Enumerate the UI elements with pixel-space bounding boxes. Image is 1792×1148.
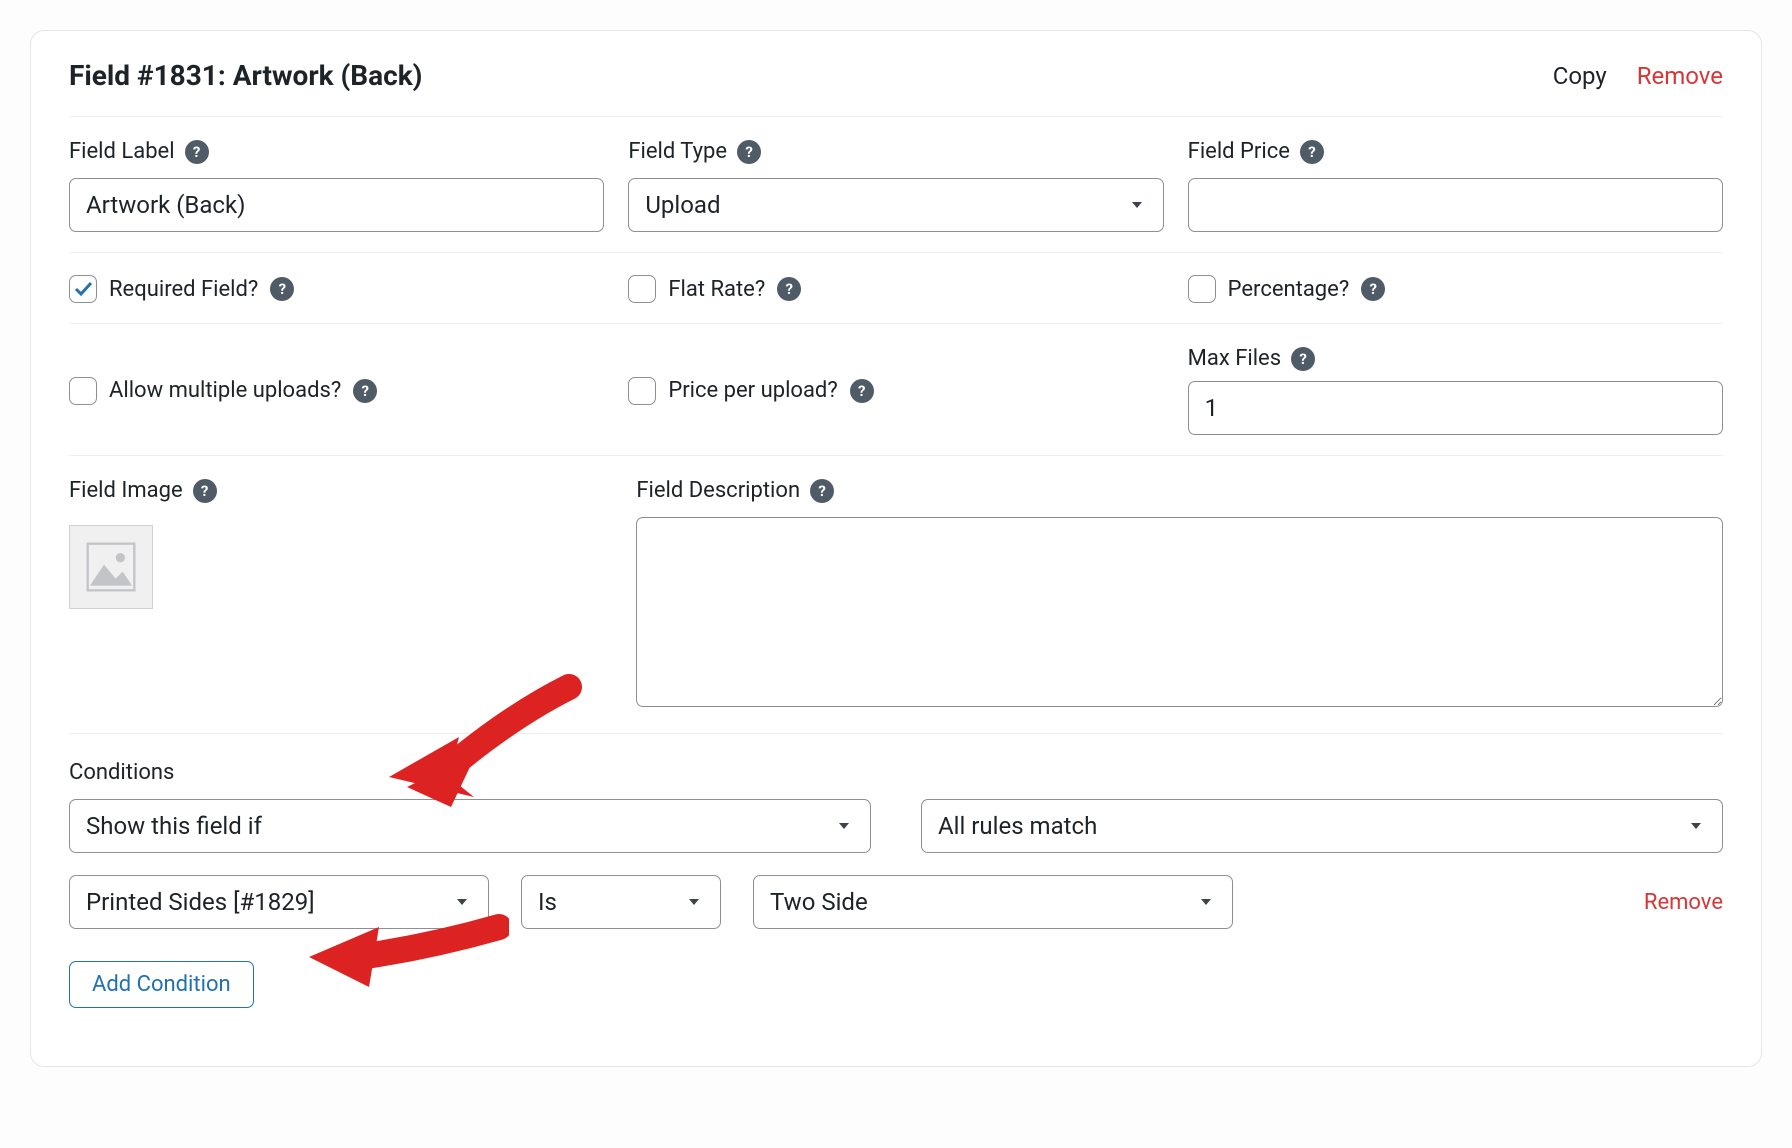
cell-field-image: Field Image ? [69,478,612,713]
help-icon[interactable]: ? [1361,277,1385,301]
copy-link[interactable]: Copy [1553,62,1607,90]
help-icon[interactable]: ? [1291,347,1315,371]
field-type-select[interactable]: Upload [628,178,1163,232]
conditions-top: Show this field if All rules match [69,799,1723,853]
label-field-image: Field Image ? [69,478,612,503]
panel-actions: Copy Remove [1553,62,1723,90]
image-icon [83,539,139,595]
cell-price-per: Price per upload? ? [628,346,1163,435]
cell-field-price: Field Price ? [1188,139,1723,232]
cell-flatrate: Flat Rate? ? [628,275,1163,303]
add-condition-button[interactable]: Add Condition [69,961,254,1008]
label-field-description: Field Description ? [636,478,1723,503]
label-field-type: Field Type ? [628,139,1163,164]
cell-field-description: Field Description ? [636,478,1723,713]
required-checkbox[interactable] [69,275,97,303]
condition-operator-select[interactable]: Is [521,875,721,929]
help-icon[interactable]: ? [777,277,801,301]
row-image-desc: Field Image ? Field Description ? [69,456,1723,734]
row-basic: Field Label ? Field Type ? Upload Field … [69,117,1723,253]
flatrate-checkbox[interactable] [628,275,656,303]
label-field-price: Field Price ? [1188,139,1723,164]
label-text: Field Type [628,139,727,164]
help-icon[interactable]: ? [193,479,217,503]
conditions-title: Conditions [69,760,1723,785]
multiple-checkbox[interactable] [69,377,97,405]
panel-header: Field #1831: Artwork (Back) Copy Remove [69,31,1723,117]
help-icon[interactable]: ? [270,277,294,301]
field-label-input[interactable] [69,178,604,232]
cell-percentage: Percentage? ? [1188,275,1723,303]
label-text: Field Price [1188,139,1290,164]
cell-max-files: Max Files ? [1188,346,1723,435]
row-flags: Required Field? ? Flat Rate? ? Percentag… [69,253,1723,324]
label-field-label: Field Label ? [69,139,604,164]
cell-field-type: Field Type ? Upload [628,139,1163,232]
label-text: Max Files [1188,346,1281,371]
help-icon[interactable]: ? [353,379,377,403]
label-text: Flat Rate? [668,277,765,302]
condition-field-select[interactable]: Printed Sides [#1829] [69,875,489,929]
label-max-files: Max Files ? [1188,346,1723,371]
percentage-checkbox[interactable] [1188,275,1216,303]
row-conditions: Conditions Show this field if All rules … [69,734,1723,1028]
condition-visibility-select[interactable]: Show this field if [69,799,871,853]
field-price-input[interactable] [1188,178,1723,232]
add-condition-wrap: Add Condition [69,961,1723,1008]
label-text: Field Label [69,139,175,164]
help-icon[interactable]: ? [850,379,874,403]
cell-multiple: Allow multiple uploads? ? [69,346,604,435]
condition-remove-link[interactable]: Remove [1265,890,1723,915]
help-icon[interactable]: ? [810,479,834,503]
help-icon[interactable]: ? [737,140,761,164]
price-per-checkbox[interactable] [628,377,656,405]
cell-conditions: Conditions Show this field if All rules … [69,760,1723,1008]
row-upload-opts: Allow multiple uploads? ? Price per uplo… [69,324,1723,456]
help-icon[interactable]: ? [185,140,209,164]
label-text: Allow multiple uploads? [109,378,341,403]
label-text: Field Image [69,478,183,503]
panel-body: Field Label ? Field Type ? Upload Field … [69,117,1723,1028]
condition-value-select[interactable]: Two Side [753,875,1233,929]
label-text: Percentage? [1228,277,1350,302]
label-text: Required Field? [109,277,258,302]
image-placeholder[interactable] [69,525,153,609]
cell-required: Required Field? ? [69,275,604,303]
field-description-textarea[interactable] [636,517,1723,707]
max-files-input[interactable] [1188,381,1723,435]
panel-title: Field #1831: Artwork (Back) [69,59,423,92]
condition-rule: Printed Sides [#1829] Is Two Side Remove [69,875,1723,929]
help-icon[interactable]: ? [1300,140,1324,164]
check-icon [73,279,93,299]
remove-link[interactable]: Remove [1637,62,1723,90]
condition-match-select[interactable]: All rules match [921,799,1723,853]
field-panel: Field #1831: Artwork (Back) Copy Remove … [30,30,1762,1067]
label-text: Field Description [636,478,800,503]
label-text: Price per upload? [668,378,837,403]
cell-field-label: Field Label ? [69,139,604,232]
